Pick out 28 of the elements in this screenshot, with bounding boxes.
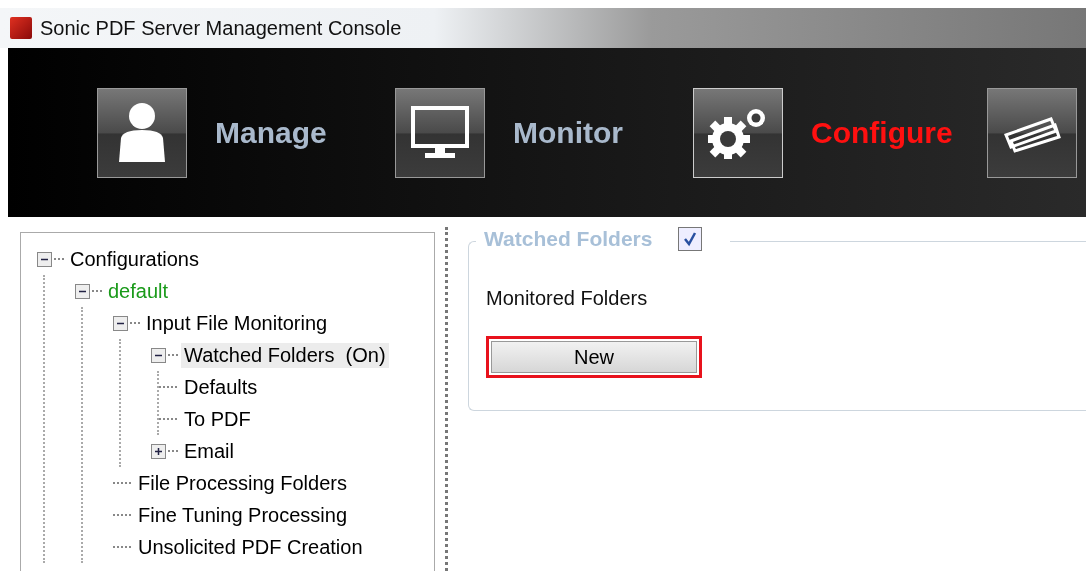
nav-button[interactable]: Configure bbox=[693, 87, 987, 178]
expand-icon[interactable] bbox=[151, 443, 166, 459]
nav-button[interactable]: Monitor bbox=[395, 87, 693, 178]
tree-item[interactable]: Input File Monitoring bbox=[143, 310, 331, 336]
checkmark-icon bbox=[682, 231, 699, 247]
monitor-icon bbox=[411, 105, 469, 160]
collapse-icon[interactable] bbox=[151, 347, 166, 363]
new-button[interactable]: New bbox=[486, 336, 702, 378]
gears-icon bbox=[708, 106, 768, 159]
nav-button[interactable] bbox=[987, 87, 1077, 178]
tree-item[interactable]: Unsolicited PDF Creation bbox=[135, 534, 366, 560]
tree-item[interactable]: Defaults bbox=[181, 374, 261, 400]
window-title: Sonic PDF Server Management Console bbox=[40, 16, 402, 40]
group-title: Watched Folders bbox=[484, 227, 653, 251]
tree-item[interactable]: Fine Tuning Processing bbox=[135, 502, 350, 528]
collapse-icon[interactable] bbox=[37, 251, 52, 267]
nav-button[interactable]: Manage bbox=[97, 87, 395, 178]
tree-item[interactable]: default bbox=[105, 278, 172, 304]
checkbox[interactable] bbox=[678, 227, 703, 251]
app-icon bbox=[10, 17, 32, 39]
tree-item[interactable]: To PDF bbox=[181, 406, 254, 432]
field-label: Monitored Folders bbox=[486, 287, 649, 310]
tree-item[interactable]: Configurations bbox=[67, 246, 202, 272]
tree-item[interactable]: Email bbox=[181, 438, 237, 464]
collapse-icon[interactable] bbox=[75, 283, 90, 299]
tree-item[interactable]: Watched Folders (On) bbox=[181, 342, 389, 368]
tree-item[interactable]: File Processing Folders bbox=[135, 470, 350, 496]
collapse-icon[interactable] bbox=[113, 315, 128, 331]
